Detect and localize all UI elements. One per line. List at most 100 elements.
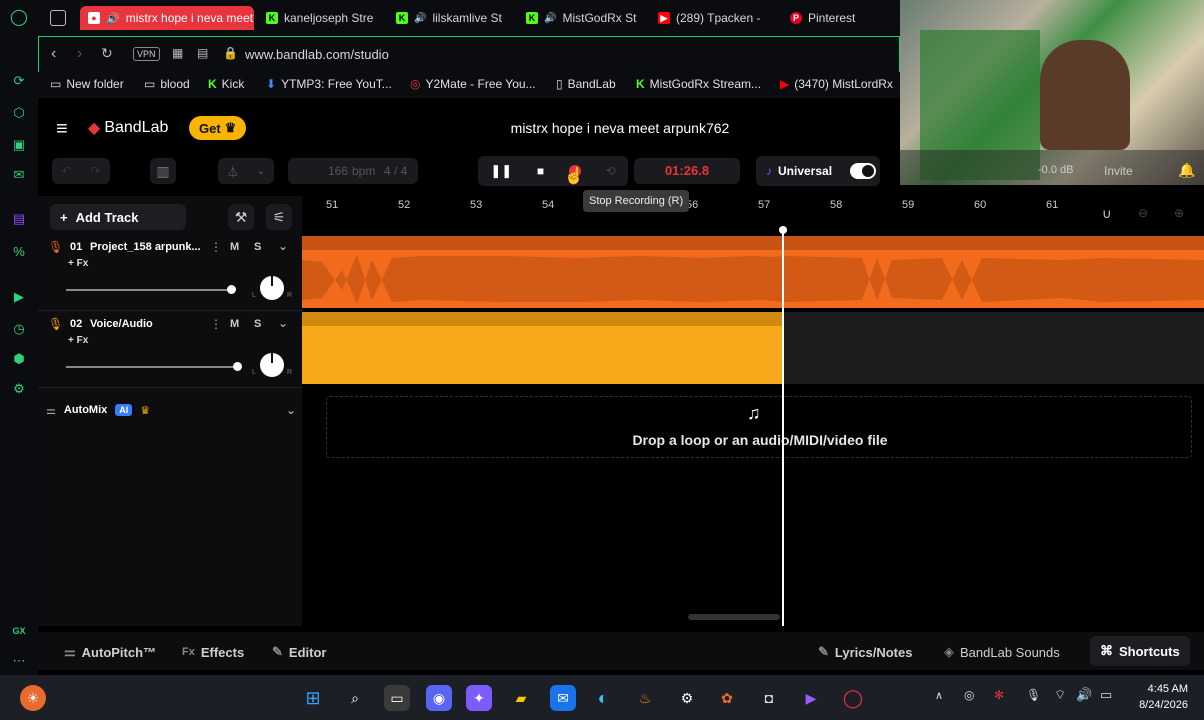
bandlab-sounds-button[interactable]: ◈ BandLab Sounds: [944, 640, 1060, 664]
project-title[interactable]: mistrx hope i neva meet arpunk762: [408, 120, 832, 136]
playhead[interactable]: [782, 228, 784, 626]
outlook-icon[interactable]: ✉: [550, 685, 576, 711]
tab-bandlab[interactable]: ● 🔊 mistrx hope i neva meet: [80, 6, 254, 30]
percent-icon[interactable]: %: [10, 242, 28, 260]
microphone-tray-icon[interactable]: 🎙: [1026, 688, 1041, 702]
tab-pinterest[interactable]: P Pinterest: [782, 6, 892, 30]
lock-icon[interactable]: 🔒: [223, 46, 238, 60]
tempo-group[interactable]: 166 bpm 4 / 4: [288, 158, 418, 184]
track-clip-orange[interactable]: [302, 236, 1204, 308]
pan-knob[interactable]: [260, 353, 284, 377]
get-button[interactable]: Get ♛: [189, 116, 247, 140]
microphone-icon[interactable]: 🎙: [48, 317, 63, 331]
weather-icon[interactable]: ☀: [20, 685, 46, 711]
windows-start-icon[interactable]: ⊞: [300, 685, 326, 711]
redo-icon[interactable]: ↷: [90, 164, 100, 178]
file-explorer-icon[interactable]: ▰: [508, 685, 534, 711]
tab-kick-2[interactable]: K 🔊 lilskamlive St: [388, 6, 512, 30]
chevron-down-icon[interactable]: ⌄: [286, 403, 296, 417]
history-icon[interactable]: ◷: [10, 320, 28, 338]
tray-app-icon[interactable]: ✻: [994, 688, 1004, 702]
task-view-icon[interactable]: ▭: [384, 685, 410, 711]
stop-icon[interactable]: ■: [537, 164, 544, 178]
wifi-icon[interactable]: ⌔: [1054, 687, 1066, 703]
timeline-ruler[interactable]: 51 52 53 54 56 57 58 59 60 61 ∪ ⊖ ⊕: [302, 196, 1204, 236]
automix-row[interactable]: ⚌ AutoMix AI ♛ ⌄: [46, 400, 296, 420]
add-fx-button[interactable]: + Fx: [68, 258, 88, 269]
clock-time[interactable]: 4:45 AM: [1136, 683, 1188, 695]
sound-preset-group[interactable]: ♪ Universal: [756, 156, 880, 186]
add-track-button[interactable]: + Add Track: [50, 204, 186, 230]
edge-icon[interactable]: ◐: [590, 685, 616, 711]
hamburger-menu-icon[interactable]: ≡: [56, 118, 68, 141]
volume-slider-track[interactable]: [66, 366, 236, 368]
more-icon[interactable]: ⋯: [10, 652, 28, 670]
mute-button[interactable]: M: [230, 241, 239, 253]
bookmark-y2mate[interactable]: ◎ Y2Mate - Free You...: [410, 77, 536, 91]
invite-button[interactable]: Invite: [1104, 164, 1133, 178]
track-clip-yellow[interactable]: [302, 312, 784, 384]
tab-kick-1[interactable]: K kaneljoseph Stre: [258, 6, 382, 30]
aria-icon[interactable]: ⟳: [10, 72, 28, 90]
opera-gx-icon[interactable]: ◯: [840, 685, 866, 711]
box-icon[interactable]: ⬢: [10, 350, 28, 368]
tools-icon[interactable]: ⚒: [228, 204, 254, 230]
loop-icon[interactable]: ⟲: [606, 164, 616, 178]
search-icon[interactable]: ⌕: [342, 685, 368, 711]
undo-icon[interactable]: ↶: [61, 164, 71, 178]
forward-icon[interactable]: ›: [77, 45, 82, 63]
chevron-up-icon[interactable]: ∧: [935, 689, 943, 702]
shortcuts-button[interactable]: ⌘ Shortcuts: [1090, 636, 1190, 666]
settings-icon[interactable]: ⚙: [10, 380, 28, 398]
kebab-menu-icon[interactable]: ⋮: [210, 317, 222, 331]
snap-magnet-icon[interactable]: ∪: [1102, 206, 1112, 222]
messenger-icon[interactable]: ✉: [10, 166, 28, 184]
empty-lane[interactable]: [784, 312, 1204, 384]
track-row[interactable]: 🎙 02 Voice/Audio ⋮ M S ⌄ + Fx L R: [38, 313, 302, 387]
zoom-in-icon[interactable]: ⊕: [1174, 206, 1184, 220]
bandlab-logo[interactable]: ◆ BandLab: [88, 118, 168, 138]
volume-slider-thumb[interactable]: [227, 285, 236, 294]
video-editor-icon[interactable]: ▶: [798, 685, 824, 711]
track-row[interactable]: 🎙 01 Project_158 arpunk... ⋮ M S ⌄ + Fx …: [38, 236, 302, 310]
discord-icon[interactable]: ◉: [426, 685, 452, 711]
zoom-out-icon[interactable]: ⊖: [1138, 206, 1148, 220]
twitch-icon[interactable]: ▤: [10, 210, 28, 228]
add-fx-button[interactable]: + Fx: [68, 335, 88, 346]
volume-slider-thumb[interactable]: [233, 362, 242, 371]
microphone-icon[interactable]: 🎙: [48, 240, 63, 254]
effects-button[interactable]: Fx Effects: [182, 640, 244, 664]
autopitch-button[interactable]: ⚌ AutoPitch™: [64, 640, 156, 664]
settings-icon[interactable]: ⚙: [674, 685, 700, 711]
solo-button[interactable]: S: [254, 241, 261, 253]
bookmark-mistlordrx[interactable]: ▶ (3470) MistLordRx: [780, 77, 893, 91]
chevron-down-icon[interactable]: ⌄: [278, 316, 288, 330]
pan-knob[interactable]: [260, 276, 284, 300]
bookmark-bandlab[interactable]: ▯ BandLab: [556, 77, 616, 91]
tray-icon[interactable]: ◎: [964, 688, 974, 702]
volume-slider-track[interactable]: [66, 289, 232, 291]
battery-icon[interactable]: ▭: [1100, 687, 1112, 703]
bookmark-ytmp3[interactable]: ⬇ YTMP3: Free YouT...: [266, 77, 392, 91]
camera-icon[interactable]: ◘: [756, 685, 782, 711]
app-icon[interactable]: ✿: [714, 685, 740, 711]
lyrics-notes-button[interactable]: ✎ Lyrics/Notes: [818, 640, 912, 664]
track-name[interactable]: Voice/Audio: [90, 318, 153, 330]
solo-button[interactable]: S: [254, 318, 261, 330]
opera-logo-icon[interactable]: ◯: [10, 8, 28, 26]
reload-icon[interactable]: ↻: [101, 45, 113, 62]
chevron-down-icon[interactable]: ⌄: [278, 239, 288, 253]
reader-icon[interactable]: ▦: [172, 46, 183, 60]
bookmark-blood[interactable]: ▭ blood: [144, 77, 190, 91]
back-icon[interactable]: ‹: [51, 45, 56, 63]
volume-icon[interactable]: 🔊: [1076, 687, 1092, 703]
tab-youtube[interactable]: ▶ (289) Tpacken -: [650, 6, 774, 30]
clock-date[interactable]: 8/24/2026: [1128, 699, 1188, 711]
mixer-icon[interactable]: ⚟: [266, 204, 292, 230]
pause-icon[interactable]: ❚❚: [490, 163, 512, 179]
kebab-menu-icon[interactable]: ⋮: [210, 240, 222, 254]
editor-button[interactable]: ✎ Editor: [272, 640, 326, 664]
bookmark-mistgodrx[interactable]: K MistGodRx Stream...: [636, 77, 761, 91]
metronome-group[interactable]: ⏃ ⌄: [218, 158, 274, 184]
gx-icon[interactable]: GX: [10, 622, 28, 640]
